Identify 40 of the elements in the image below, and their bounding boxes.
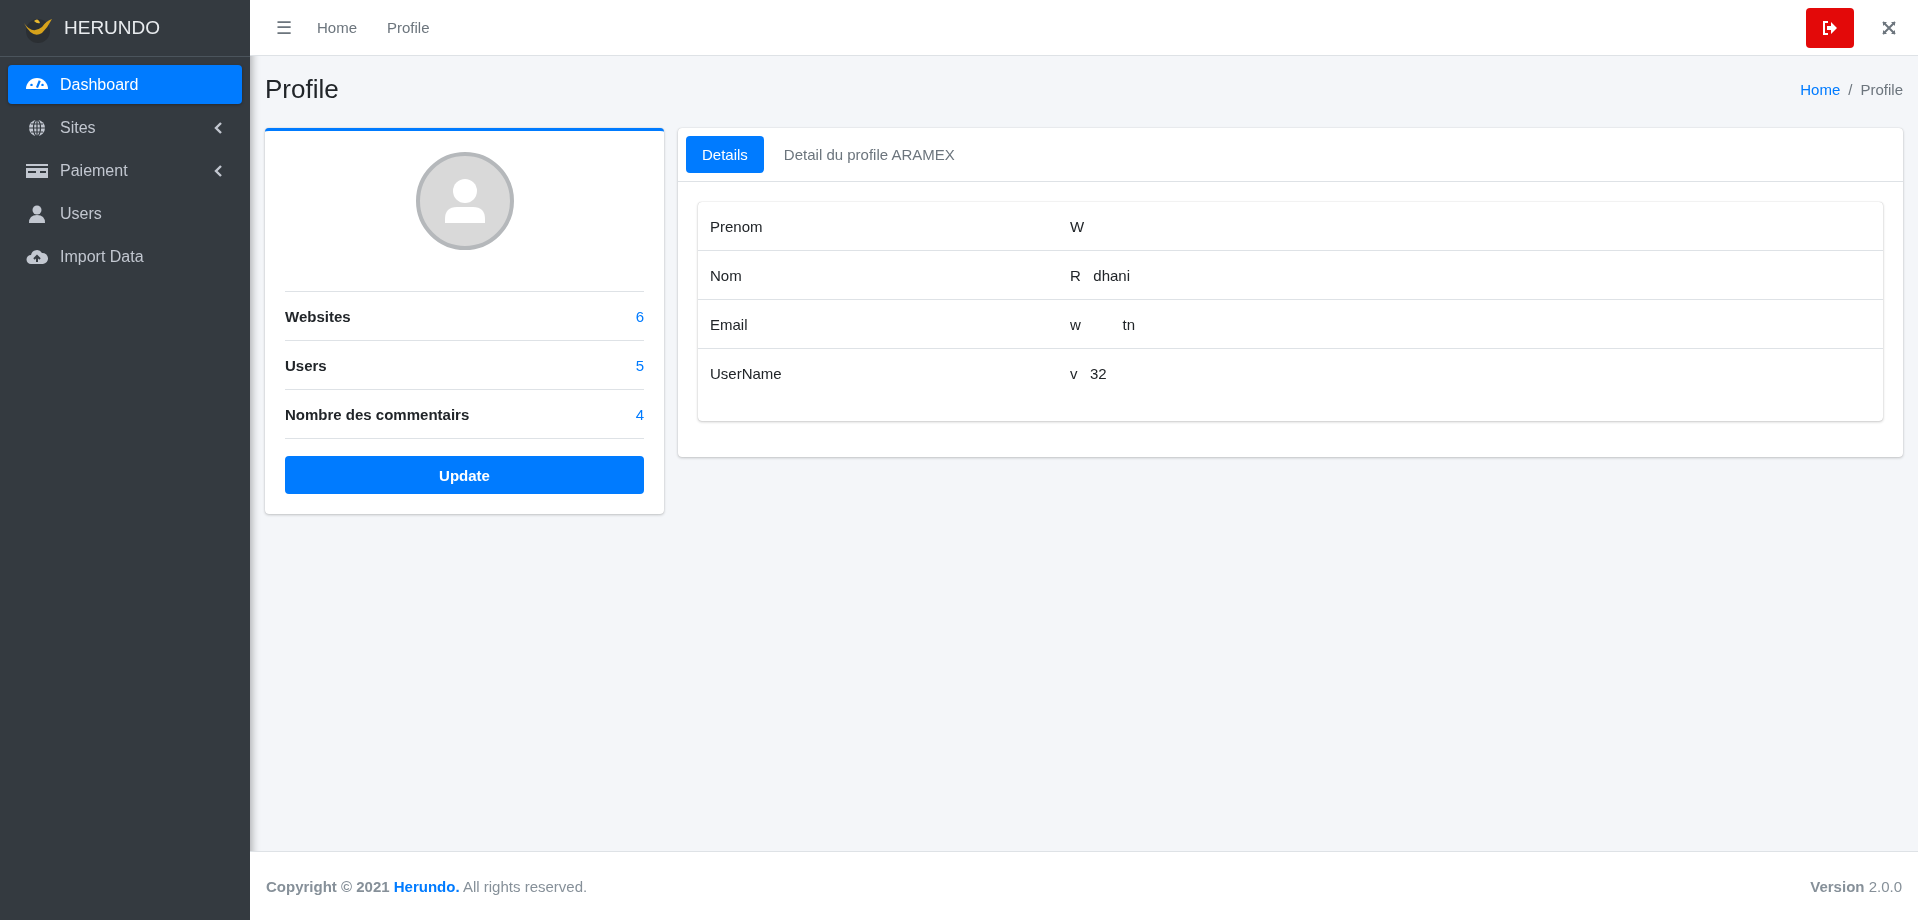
stat-label: Users	[285, 356, 327, 374]
globe-icon	[26, 117, 48, 138]
sidebar-item[interactable]: Sites	[8, 108, 242, 147]
menu-button[interactable]: ☰	[266, 12, 302, 43]
version-text: Version 2.0.0	[1810, 877, 1902, 895]
user-icon	[26, 203, 48, 224]
field-value: W	[1070, 217, 1085, 235]
stat-label: Nombre des commentairs	[285, 405, 470, 423]
avatar-icon	[414, 151, 515, 251]
field-value: w tn	[1070, 315, 1136, 333]
nav-link[interactable]: Profile	[372, 19, 445, 36]
breadcrumb-separator: /	[1848, 80, 1853, 98]
field-label: Email	[709, 315, 749, 333]
brand-link[interactable]: Herundo.	[393, 877, 460, 895]
breadcrumb-current: Profile	[1860, 80, 1903, 98]
tab[interactable]: Detail du profile ARAMEX	[767, 136, 971, 173]
sign-out-icon	[1822, 20, 1838, 35]
update-button[interactable]: Update	[285, 456, 644, 494]
sidebar-item[interactable]: Dashboard	[8, 65, 242, 104]
logout-button[interactable]	[1806, 7, 1854, 48]
stat-label: Websites	[285, 307, 351, 325]
brand-name: HERUNDO	[64, 17, 161, 39]
gauge-icon	[26, 78, 48, 89]
sidebar-item[interactable]: Paiement	[8, 151, 242, 190]
stat-value[interactable]: 6	[635, 307, 644, 325]
field-value: v 32	[1070, 364, 1107, 382]
tab[interactable]: Details	[686, 136, 764, 173]
field-label: UserName	[709, 364, 783, 382]
copyright-text: Copyright © 2021 Herundo. All rights reserved.	[266, 877, 588, 895]
sidebar-item[interactable]: Import Data	[8, 237, 242, 276]
field-label: Nom	[709, 266, 743, 284]
stat-value[interactable]: 4	[635, 405, 644, 423]
sidebar-item[interactable]: Users	[8, 194, 242, 233]
stat-value[interactable]: 5	[635, 356, 644, 374]
breadcrumb-link[interactable]: Home	[1800, 80, 1841, 98]
field-value: R dhani	[1070, 266, 1131, 284]
page-title: Profile	[265, 73, 339, 105]
expand-icon	[1882, 20, 1896, 35]
field-label: Prenom	[709, 217, 764, 235]
nav-link[interactable]: Home	[302, 19, 372, 36]
